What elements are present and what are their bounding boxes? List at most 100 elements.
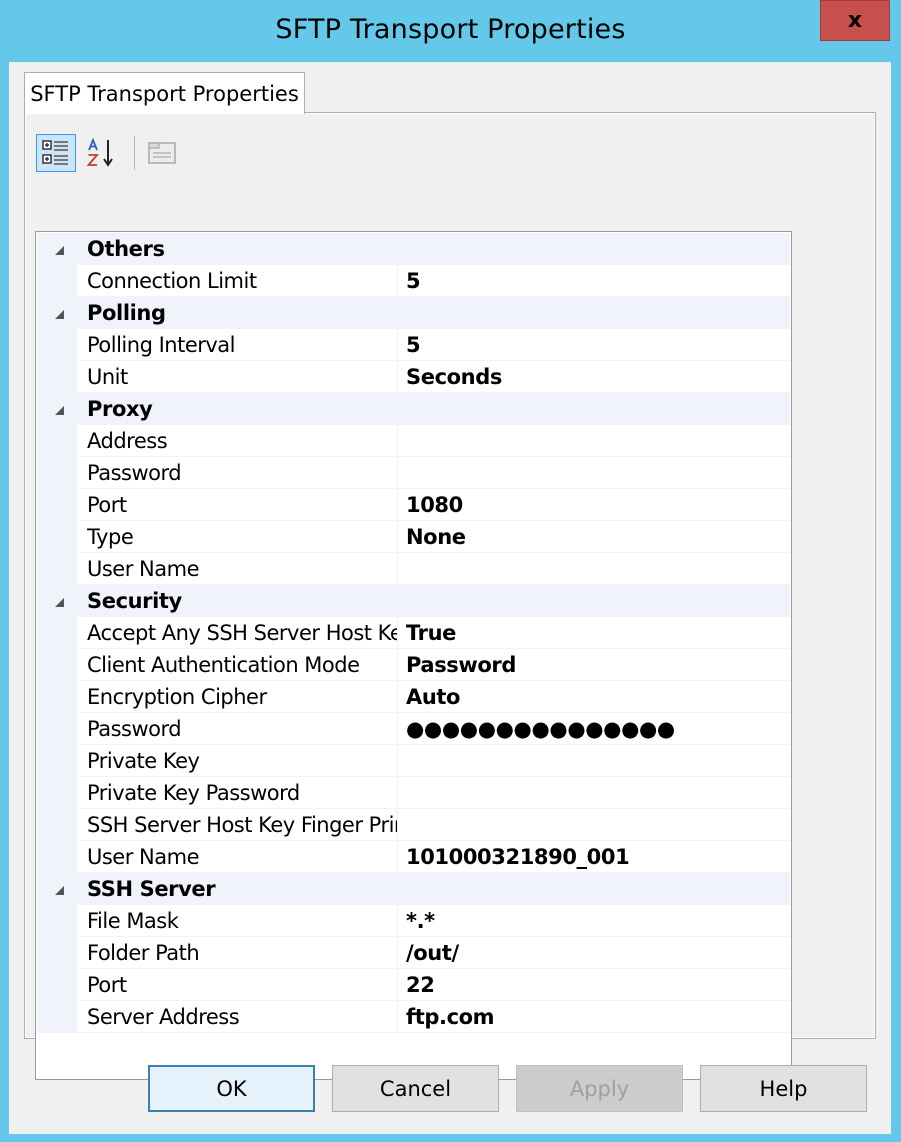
property-row[interactable]: User Name 101000321890_001 (37, 841, 790, 873)
property-row[interactable]: Encryption Cipher Auto (37, 681, 790, 713)
category-row-proxy[interactable]: Proxy (37, 393, 790, 425)
categorized-button[interactable] (36, 134, 76, 172)
property-value[interactable] (398, 809, 790, 841)
property-value[interactable]: Auto (398, 681, 790, 713)
property-pages-icon (148, 142, 176, 164)
property-value[interactable]: 1080 (398, 489, 790, 521)
collapse-triangle-icon[interactable] (54, 597, 64, 607)
property-value[interactable]: 5 (398, 265, 790, 297)
property-row[interactable]: Port 22 (37, 969, 790, 1001)
property-row[interactable]: Connection Limit 5 (37, 265, 790, 297)
property-row[interactable]: User Name (37, 553, 790, 585)
category-row-others[interactable]: Others (37, 233, 790, 265)
title-bar: SFTP Transport Properties x (0, 0, 901, 62)
category-row-polling[interactable]: Polling (37, 297, 790, 329)
category-row-ssh-server[interactable]: SSH Server (37, 873, 790, 905)
property-value[interactable]: ●●●●●●●●●●●●●●● (398, 713, 790, 745)
property-row[interactable]: Private Key Password (37, 777, 790, 809)
dialog-client-area: SFTP Transport Properties Others Connect… (9, 62, 891, 1134)
property-value[interactable]: 22 (398, 969, 790, 1001)
property-row[interactable]: Folder Path/out/ (37, 937, 790, 969)
property-value[interactable]: True (398, 617, 790, 649)
property-value[interactable]: ftp.com (398, 1001, 790, 1033)
property-row[interactable]: Port 1080 (37, 489, 790, 521)
property-value[interactable]: 5 (398, 329, 790, 361)
property-row[interactable]: Type None (37, 521, 790, 553)
cancel-button[interactable]: Cancel (332, 1065, 499, 1112)
property-row[interactable]: Polling Interval 5 (37, 329, 790, 361)
alphabetical-icon (86, 137, 113, 167)
property-row[interactable]: Accept Any SSH Server Host Ke True (37, 617, 790, 649)
property-value[interactable]: 101000321890_001 (398, 841, 790, 873)
category-label: SSH Server (87, 877, 216, 901)
category-row-security[interactable]: Security (37, 585, 790, 617)
tab-sftp-transport-properties[interactable]: SFTP Transport Properties (24, 72, 305, 114)
expander-margin[interactable] (37, 297, 77, 329)
collapse-triangle-icon[interactable] (54, 309, 64, 319)
property-name[interactable]: Client Authentication Mode (77, 649, 398, 681)
expander-margin[interactable] (37, 873, 77, 905)
property-pages-button[interactable] (142, 134, 182, 172)
property-name[interactable]: Connection Limit (77, 265, 398, 297)
property-name[interactable]: Password (77, 457, 398, 489)
property-value[interactable]: None (398, 521, 790, 553)
row-margin (37, 361, 77, 393)
row-margin (37, 649, 77, 681)
property-name[interactable]: User Name (77, 841, 398, 873)
property-name[interactable]: File Mask (77, 905, 398, 937)
property-name[interactable]: Address (77, 425, 398, 457)
help-button[interactable]: Help (700, 1065, 867, 1112)
expander-margin[interactable] (37, 393, 77, 425)
property-name[interactable]: Private Key (77, 745, 398, 777)
property-row[interactable]: Server Address ftp.com (37, 1001, 790, 1033)
row-margin (37, 329, 77, 361)
property-value[interactable] (398, 425, 790, 457)
collapse-triangle-icon[interactable] (54, 245, 64, 255)
property-name[interactable]: Server Address (77, 1001, 398, 1033)
property-row[interactable]: Password ●●●●●●●●●●●●●●● (37, 713, 790, 745)
property-row[interactable]: SSH Server Host Key Finger Prin (37, 809, 790, 841)
property-grid[interactable]: Others Connection Limit 5 Polling Polling In… (35, 231, 792, 1080)
property-name[interactable]: Polling Interval (77, 329, 398, 361)
property-row[interactable]: Private Key (37, 745, 790, 777)
collapse-triangle-icon[interactable] (54, 885, 64, 895)
property-value[interactable]: Seconds (398, 361, 790, 393)
property-name[interactable]: Port (77, 969, 398, 1001)
collapse-triangle-icon[interactable] (54, 405, 64, 415)
property-value[interactable] (398, 553, 790, 585)
property-name[interactable]: Unit (77, 361, 398, 393)
property-name[interactable]: User Name (77, 553, 398, 585)
property-name[interactable]: Folder Path (77, 937, 398, 969)
property-value[interactable] (398, 457, 790, 489)
property-value[interactable]: Password (398, 649, 790, 681)
property-row[interactable]: Password (37, 457, 790, 489)
property-row[interactable]: Client Authentication Mode Password (37, 649, 790, 681)
property-row[interactable]: Address (37, 425, 790, 457)
property-value[interactable] (398, 777, 790, 809)
close-button[interactable]: x (820, 0, 890, 41)
property-name[interactable]: Encryption Cipher (77, 681, 398, 713)
apply-button[interactable]: Apply (516, 1065, 683, 1112)
property-name[interactable]: Port (77, 489, 398, 521)
property-row[interactable]: Unit Seconds (37, 361, 790, 393)
property-name[interactable]: Password (77, 713, 398, 745)
row-margin (37, 905, 77, 937)
property-name[interactable]: Private Key Password (77, 777, 398, 809)
expander-margin[interactable] (37, 585, 77, 617)
expander-margin[interactable] (37, 233, 77, 265)
property-grid-toolbar (36, 128, 336, 172)
alphabetical-button[interactable] (82, 134, 122, 172)
property-row[interactable]: File Mask *.* (37, 905, 790, 937)
property-name[interactable]: Type (77, 521, 398, 553)
tab-panel-body: Others Connection Limit 5 Polling Polling In… (25, 113, 875, 1080)
ok-button[interactable]: OK (148, 1065, 315, 1112)
property-value[interactable]: *.* (398, 905, 790, 937)
window-title: SFTP Transport Properties (275, 14, 626, 45)
property-name[interactable]: Accept Any SSH Server Host Ke (77, 617, 398, 649)
property-value[interactable]: /out/ (398, 937, 790, 969)
category-label: Proxy (87, 397, 153, 421)
property-name[interactable]: SSH Server Host Key Finger Prin (77, 809, 398, 841)
property-value[interactable] (398, 745, 790, 777)
property-grid-rows: Others Connection Limit 5 Polling Polling In… (37, 233, 790, 1033)
row-margin (37, 745, 77, 777)
